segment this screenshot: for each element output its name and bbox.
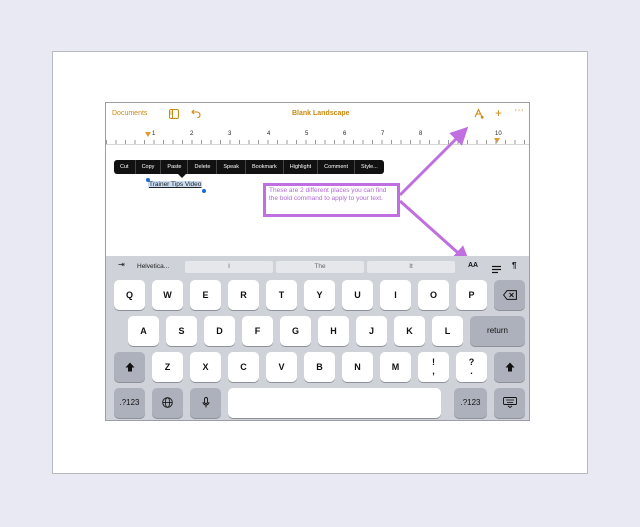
prediction-1[interactable]: I: [185, 261, 273, 273]
key-o[interactable]: O: [418, 280, 449, 310]
backspace-key[interactable]: [494, 280, 525, 310]
shift-icon: [505, 362, 514, 372]
key-d[interactable]: D: [204, 316, 235, 346]
key-i[interactable]: I: [380, 280, 411, 310]
prediction-2[interactable]: The: [276, 261, 364, 273]
key-g[interactable]: G: [280, 316, 311, 346]
key-c[interactable]: C: [228, 352, 259, 382]
paragraph-button[interactable]: ¶: [512, 261, 516, 270]
dictation-key[interactable]: [190, 388, 221, 418]
microphone-icon: [202, 397, 209, 408]
tab-icon[interactable]: ⇥: [118, 260, 125, 269]
keyboard-dismiss-icon: [502, 397, 517, 409]
key-w[interactable]: W: [152, 280, 183, 310]
globe-key[interactable]: [152, 388, 183, 418]
key-v[interactable]: V: [266, 352, 297, 382]
key-p[interactable]: P: [456, 280, 487, 310]
key-u[interactable]: U: [342, 280, 373, 310]
key-x[interactable]: X: [190, 352, 221, 382]
shortcut-bar: ⇥ Helvetica... I The It AA ¶: [106, 256, 529, 276]
ipad-screen: Documents Blank Landscape + ⋯ 1 2 3 4 5 …: [105, 102, 530, 421]
arrow-to-toolbar: [398, 126, 469, 197]
key-q[interactable]: Q: [114, 280, 145, 310]
numbers-right-key[interactable]: .?123: [454, 388, 487, 418]
key-e[interactable]: E: [190, 280, 221, 310]
key-t[interactable]: T: [266, 280, 297, 310]
key-s[interactable]: S: [166, 316, 197, 346]
key-j[interactable]: J: [356, 316, 387, 346]
font-selector[interactable]: Helvetica...: [137, 263, 169, 270]
numbers-left-key[interactable]: .?123: [114, 388, 145, 418]
shift-right-key[interactable]: [494, 352, 525, 382]
space-key[interactable]: [228, 388, 441, 418]
key-n[interactable]: N: [342, 352, 373, 382]
key-a[interactable]: A: [128, 316, 159, 346]
hide-keyboard-key[interactable]: [494, 388, 525, 418]
backspace-icon: [502, 290, 517, 300]
key-h[interactable]: H: [318, 316, 349, 346]
key-l[interactable]: L: [432, 316, 463, 346]
shift-icon: [125, 362, 134, 372]
key-b[interactable]: B: [304, 352, 335, 382]
key-exclaim-comma[interactable]: ! ,: [418, 352, 449, 382]
keyboard: ⇥ Helvetica... I The It AA ¶ Q W E R T Y…: [106, 256, 529, 420]
arrow-to-keyboard: [399, 199, 471, 264]
key-m[interactable]: M: [380, 352, 411, 382]
prediction-3[interactable]: It: [367, 261, 455, 273]
key-f[interactable]: F: [242, 316, 273, 346]
shift-left-key[interactable]: [114, 352, 145, 382]
format-text-button[interactable]: AA: [468, 262, 478, 269]
key-question-period[interactable]: ? .: [456, 352, 487, 382]
align-icon[interactable]: [492, 261, 501, 279]
key-z[interactable]: Z: [152, 352, 183, 382]
key-r[interactable]: R: [228, 280, 259, 310]
return-key[interactable]: return: [470, 316, 525, 346]
key-k[interactable]: K: [394, 316, 425, 346]
globe-icon: [162, 397, 173, 408]
key-y[interactable]: Y: [304, 280, 335, 310]
